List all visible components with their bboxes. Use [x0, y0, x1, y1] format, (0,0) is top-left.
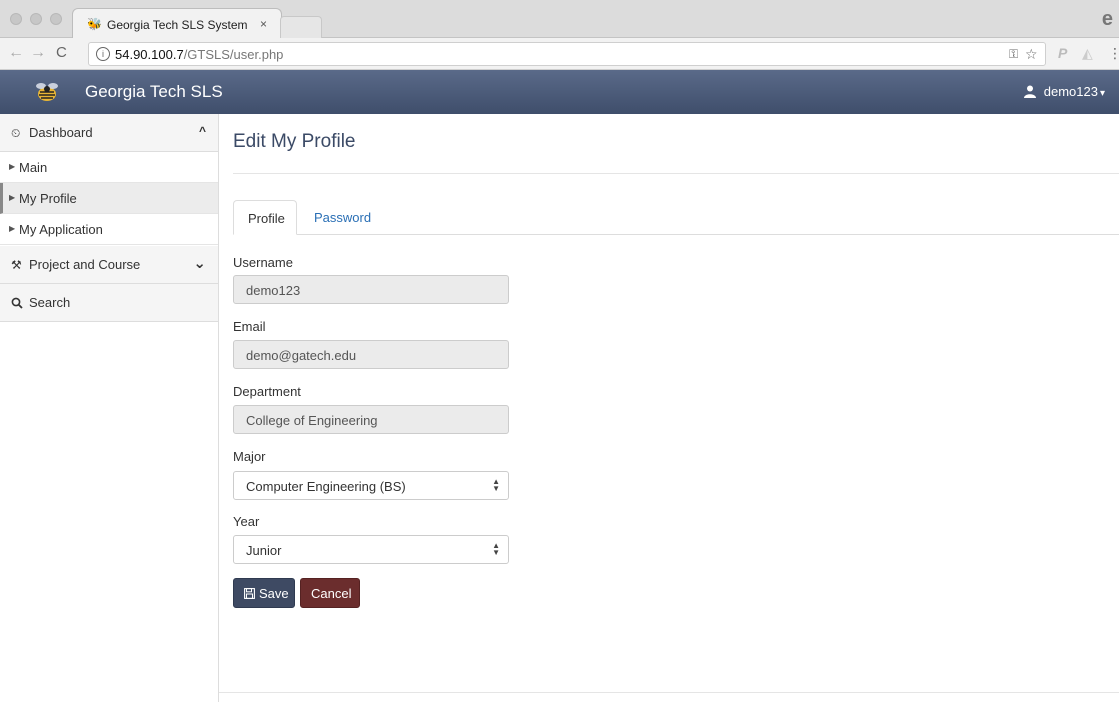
user-icon: [1023, 85, 1036, 98]
department-field[interactable]: College of Engineering: [233, 405, 509, 434]
cancel-button[interactable]: Cancel: [300, 578, 360, 608]
year-select[interactable]: Junior ▲ ▼: [233, 535, 509, 564]
sidebar-section-label: Search: [29, 295, 71, 310]
floppy-disk-icon: [244, 588, 255, 599]
page-title: Edit My Profile: [233, 131, 356, 152]
major-select[interactable]: Computer Engineering (BS) ▲ ▼: [233, 471, 509, 500]
email-field[interactable]: demo@gatech.edu: [233, 340, 509, 369]
star-icon[interactable]: ☆: [1025, 46, 1038, 63]
sidebar-item-main[interactable]: ▶ Main: [0, 152, 218, 183]
menu-icon[interactable]: ⋮: [1108, 45, 1119, 62]
major-selected-value: Computer Engineering (BS): [246, 479, 406, 494]
brand-title[interactable]: Georgia Tech SLS: [85, 82, 223, 102]
year-selected-value: Junior: [246, 543, 282, 558]
paypal-icon[interactable]: P: [1058, 45, 1067, 61]
browser-tab-title: Georgia Tech SLS System: [107, 18, 248, 32]
footer-divider: [219, 692, 1119, 693]
chevron-down-icon: ⌄: [193, 255, 206, 272]
user-name: demo123: [1043, 84, 1098, 99]
select-arrows-icon: ▲ ▼: [492, 477, 500, 493]
search-icon: [11, 297, 23, 309]
department-label: Department: [233, 384, 301, 399]
browser-toolbar: ← → C i 54.90.100.7/GTSLS/user.php ⚿ ☆ P…: [0, 38, 1119, 70]
key-icon[interactable]: ⚿: [1009, 47, 1018, 62]
sidebar-item-my-application[interactable]: ▶ My Application: [0, 214, 218, 245]
sidebar-section-search[interactable]: Search: [0, 284, 218, 322]
tab-password[interactable]: Password: [300, 200, 385, 235]
address-bar[interactable]: i 54.90.100.7/GTSLS/user.php ⚿ ☆: [88, 42, 1046, 66]
sidebar-item-label: Main: [19, 160, 48, 175]
sidebar-item-label: My Application: [19, 222, 103, 237]
tab-profile[interactable]: Profile: [233, 200, 297, 235]
window-close-button[interactable]: [10, 13, 22, 25]
yellow-jacket-favicon-icon: 🐝: [87, 17, 102, 31]
dashboard-icon: ⏲: [11, 126, 21, 140]
save-label: Save: [259, 586, 289, 601]
save-button[interactable]: Save: [233, 578, 295, 608]
window-minimize-button[interactable]: [30, 13, 42, 25]
window-zoom-button[interactable]: [50, 13, 62, 25]
sidebar-section-project-and-course[interactable]: ⚒ Project and Course ⌄: [0, 246, 218, 284]
url-host: 54.90.100.7: [115, 47, 184, 62]
sidebar-item-my-profile[interactable]: ▶ My Profile: [0, 183, 218, 214]
year-label: Year: [233, 514, 260, 529]
title-divider: [233, 173, 1119, 174]
app-navbar: Georgia Tech SLS demo123 ▾: [0, 70, 1119, 114]
caret-right-icon: ▶: [9, 224, 16, 233]
major-label: Major: [233, 449, 266, 464]
info-icon[interactable]: i: [96, 47, 110, 61]
tab-close-icon[interactable]: ×: [260, 17, 267, 31]
extension-icon[interactable]: ◭: [1082, 45, 1093, 62]
address-url[interactable]: 54.90.100.7/GTSLS/user.php: [115, 47, 283, 62]
url-path: /GTSLS/user.php: [183, 47, 284, 62]
sidebar-section-label: Project and Course: [29, 257, 141, 272]
sidebar: ⏲ Dashboard ^ ▶ Main ▶ My Profile ▶ My A…: [0, 114, 219, 702]
browser-tab[interactable]: 🐝 Georgia Tech SLS System ×: [72, 8, 282, 39]
chevron-up-icon: ^: [198, 124, 206, 138]
back-icon[interactable]: ←: [8, 44, 24, 62]
email-label: Email: [233, 319, 266, 334]
user-menu[interactable]: demo123 ▾: [1023, 84, 1105, 99]
sidebar-item-label: My Profile: [19, 191, 77, 206]
sidebar-section-dashboard[interactable]: ⏲ Dashboard ^: [0, 114, 218, 152]
browser-profile-icon[interactable]: e: [1102, 8, 1113, 31]
username-field[interactable]: demo123: [233, 275, 509, 304]
caret-right-icon: ▶: [9, 193, 16, 202]
new-tab-button[interactable]: [280, 16, 322, 38]
reload-icon[interactable]: C: [56, 44, 67, 61]
wrench-icon: ⚒: [11, 258, 22, 272]
yellow-jacket-logo-icon[interactable]: [34, 79, 60, 105]
caret-down-icon: ▾: [1099, 88, 1105, 99]
select-arrows-icon: ▲ ▼: [492, 541, 500, 557]
caret-right-icon: ▶: [9, 162, 16, 171]
sidebar-section-label: Dashboard: [29, 125, 93, 140]
profile-tabs: Profile Password: [233, 200, 1119, 235]
forward-icon[interactable]: →: [30, 44, 46, 62]
browser-tab-bar: 🐝 Georgia Tech SLS System × e: [0, 0, 1119, 39]
username-label: Username: [233, 255, 293, 270]
